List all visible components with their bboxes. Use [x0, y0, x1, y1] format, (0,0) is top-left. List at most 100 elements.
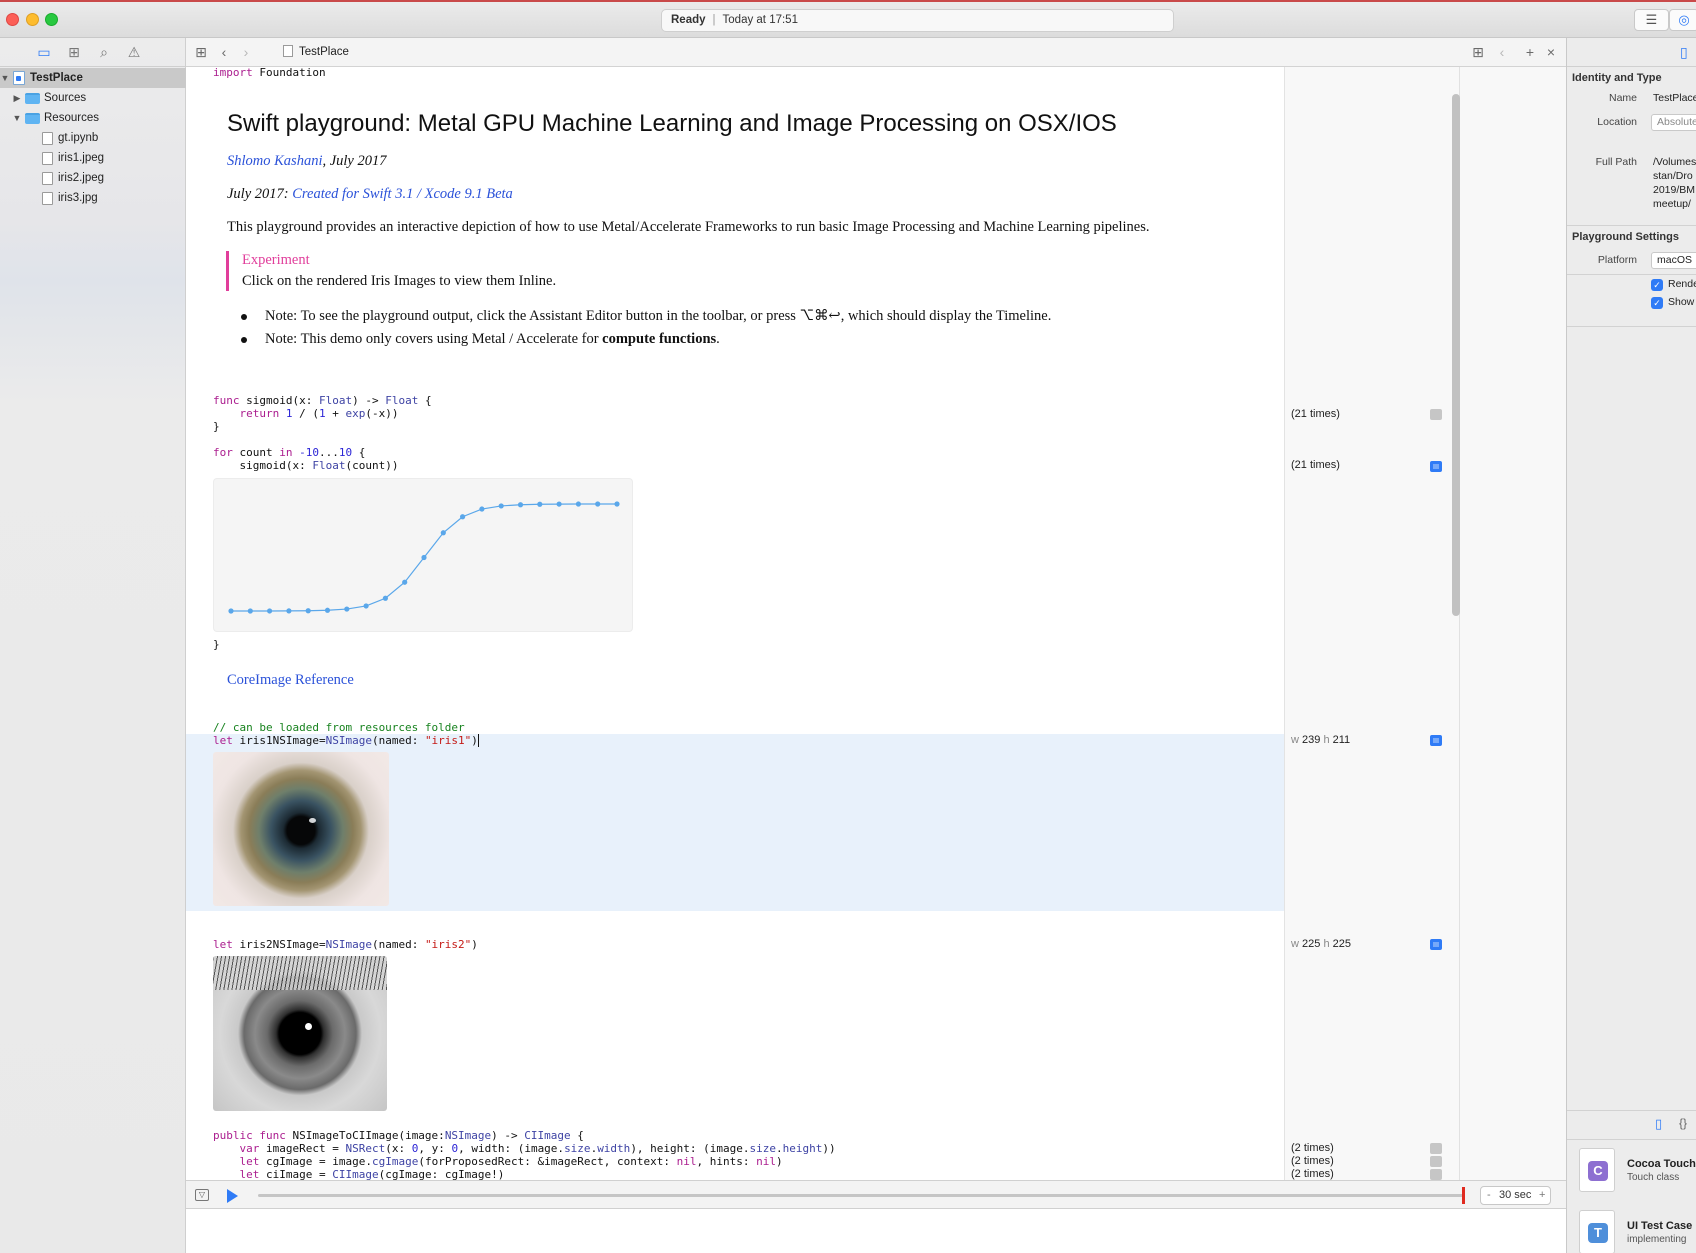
sigmoid-data-point[interactable]	[421, 554, 427, 561]
stepper-increment[interactable]: +	[1539, 1187, 1545, 1204]
code-sigmoid-func[interactable]: func sigmoid(x: Float) -> Float { return…	[213, 394, 432, 433]
stepper-decrement[interactable]: -	[1487, 1187, 1491, 1204]
folder-icon	[25, 93, 40, 104]
platform-select[interactable]: macOS	[1651, 252, 1696, 269]
sigmoid-data-point[interactable]	[286, 608, 292, 614]
file-template-library-icon[interactable]: ▯	[1655, 1116, 1662, 1132]
image-file-icon	[42, 192, 53, 205]
tree-item-file[interactable]: iris2.jpeg	[0, 168, 186, 188]
assistant-back-icon[interactable]: ‹	[1494, 44, 1510, 60]
jump-bar-path[interactable]: TestPlace	[283, 45, 349, 58]
minimize-window-button[interactable]	[26, 13, 39, 26]
editor-scrollbar[interactable]	[1452, 94, 1460, 616]
related-items-icon[interactable]: ⊞	[193, 44, 209, 60]
show-checkbox[interactable]: ✓	[1651, 297, 1663, 309]
code-close-brace[interactable]: }	[213, 638, 220, 651]
iris2-image-preview[interactable]	[213, 956, 387, 1111]
code-snippet-library-icon[interactable]: {}	[1679, 1116, 1687, 1130]
release-link[interactable]: Created for Swift 3.1 / Xcode 9.1 Beta	[292, 186, 513, 202]
show-result-button[interactable]	[1430, 939, 1442, 950]
sigmoid-data-point[interactable]	[556, 501, 562, 507]
disclosure-open-icon[interactable]: ▼	[0, 68, 10, 88]
library-divider	[1567, 1139, 1696, 1140]
disclosure-open-icon[interactable]: ▼	[12, 108, 22, 128]
back-arrow-icon[interactable]: ‹	[216, 44, 232, 60]
assistant-editor-button[interactable]: ◎	[1669, 9, 1696, 31]
standard-editor-button[interactable]: ☰	[1634, 9, 1669, 31]
console-area[interactable]	[186, 1209, 1566, 1253]
sigmoid-data-point[interactable]	[614, 501, 620, 507]
inspector-panel: ▯ Identity and Type Name TestPlace Locat…	[1566, 38, 1696, 1253]
sigmoid-data-point[interactable]	[479, 506, 485, 512]
sigmoid-data-point[interactable]	[247, 608, 253, 614]
sigmoid-data-point[interactable]	[363, 603, 369, 609]
code-iris2[interactable]: let iris2NSImage=NSImage(named: "iris2")	[213, 938, 478, 951]
show-result-button[interactable]	[1430, 461, 1442, 472]
show-result-button[interactable]	[1430, 735, 1442, 746]
sigmoid-data-point[interactable]	[324, 607, 331, 613]
quick-look-button[interactable]	[1430, 1156, 1442, 1167]
sigmoid-data-point[interactable]	[228, 608, 234, 614]
render-checkbox[interactable]: ✓	[1651, 279, 1663, 291]
sigmoid-data-point[interactable]	[344, 606, 350, 612]
full-path-label: Full Path	[1595, 156, 1637, 168]
add-editor-icon[interactable]: +	[1522, 44, 1538, 60]
quick-look-button[interactable]	[1430, 1143, 1442, 1154]
inspector-tabs: ▯	[1567, 38, 1696, 67]
disclosure-closed-icon[interactable]: ▶	[12, 88, 22, 108]
hierarchy-icon[interactable]: ⊞	[65, 44, 83, 60]
note2-prefix: Note: This demo only covers using Metal …	[265, 331, 603, 347]
forward-arrow-icon[interactable]: ›	[238, 44, 254, 60]
run-playground-button[interactable]	[227, 1189, 238, 1203]
sigmoid-data-point[interactable]	[517, 502, 524, 508]
tree-item-resources[interactable]: ▼ Resources	[0, 108, 186, 128]
folder-icon[interactable]: ▭	[35, 44, 53, 60]
sigmoid-data-point[interactable]	[575, 501, 581, 507]
tree-item-file[interactable]: iris1.jpeg	[0, 148, 186, 168]
library-item-cocoa-touch[interactable]: C Cocoa Touch Touch class	[1567, 1144, 1696, 1204]
search-icon[interactable]: ⌕	[95, 44, 113, 60]
file-inspector-icon[interactable]: ▯	[1680, 44, 1688, 61]
tree-item-project[interactable]: ▼ TestPlace	[0, 68, 186, 88]
library-item-ui-test-case[interactable]: T UI Test Case implementing	[1567, 1206, 1696, 1253]
quick-look-button[interactable]	[1430, 409, 1442, 420]
tree-item-file[interactable]: gt.ipynb	[0, 128, 186, 148]
sigmoid-data-point[interactable]	[460, 514, 466, 520]
code-nsimage-to-ciimage[interactable]: public func NSImageToCIImage(image:NSIma…	[213, 1129, 836, 1181]
sigmoid-data-point[interactable]	[537, 501, 543, 507]
coreimage-reference-link[interactable]: CoreImage Reference	[227, 672, 354, 689]
tree-item-file[interactable]: iris3.jpg	[0, 188, 186, 208]
code-for-loop[interactable]: for count in -10...10 { sigmoid(x: Float…	[213, 446, 398, 472]
name-value[interactable]: TestPlace	[1653, 92, 1696, 104]
sigmoid-data-point[interactable]	[267, 608, 273, 614]
zoom-window-button[interactable]	[45, 13, 58, 26]
sigmoid-plot[interactable]	[213, 478, 633, 632]
tree-item-sources[interactable]: ▶ Sources	[0, 88, 186, 108]
timeline-slider[interactable]	[258, 1194, 1464, 1197]
sigmoid-data-point[interactable]	[305, 608, 311, 614]
lines-icon: ☰	[1645, 12, 1658, 27]
markup-note-2: Note: This demo only covers using Metal …	[265, 331, 720, 348]
sigmoid-data-point[interactable]	[382, 595, 388, 601]
author-link[interactable]: Shlomo Kashani	[227, 153, 322, 169]
location-select[interactable]: Absolute	[1651, 114, 1696, 131]
hide-debug-area-icon[interactable]: ▽	[195, 1189, 209, 1201]
sigmoid-data-point[interactable]	[595, 501, 601, 507]
code-iris1[interactable]: // can be loaded from resources folder l…	[213, 721, 479, 747]
result-label: (2 times)	[1291, 1155, 1334, 1167]
sigmoid-data-point[interactable]	[440, 530, 446, 536]
rings-icon: ◎	[1678, 12, 1690, 27]
iris1-image-preview[interactable]	[213, 752, 389, 906]
assistant-related-icon[interactable]: ⊞	[1470, 44, 1486, 60]
folder-icon	[25, 113, 40, 124]
close-window-button[interactable]	[6, 13, 19, 26]
close-editor-icon[interactable]: ×	[1543, 44, 1559, 60]
warning-icon[interactable]: ⚠	[125, 44, 143, 60]
sigmoid-data-point[interactable]	[498, 503, 504, 509]
timeline-marker[interactable]	[1462, 1187, 1465, 1204]
library-divider	[1567, 1110, 1696, 1111]
code-import[interactable]: import Foundation	[213, 66, 326, 79]
quick-look-button[interactable]	[1430, 1169, 1442, 1180]
sigmoid-data-point[interactable]	[402, 579, 408, 585]
timeout-stepper[interactable]: - 30 sec +	[1480, 1186, 1551, 1205]
